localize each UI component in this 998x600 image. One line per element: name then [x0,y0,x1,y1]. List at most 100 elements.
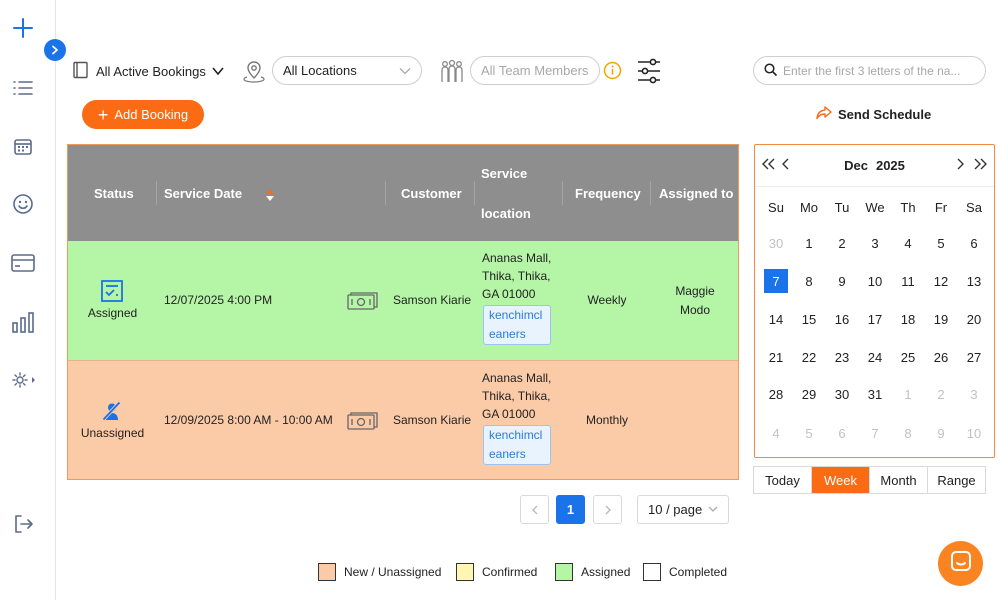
calendar-day[interactable]: 24 [863,345,887,369]
row-company-tag[interactable]: kenchimcleaners [483,425,551,465]
calendar-day[interactable]: 2 [929,382,953,406]
calendar-day[interactable]: 14 [764,307,788,331]
row-company-tag[interactable]: kenchimcleaners [483,305,551,345]
chevron-right-icon [605,505,611,514]
calendar-day[interactable]: 3 [863,231,887,255]
calendar-day[interactable]: 28 [764,382,788,406]
calendar-day[interactable]: 8 [896,421,920,445]
calendar-day[interactable]: 17 [863,307,887,331]
bookings-filter-dropdown[interactable]: All Active Bookings [72,61,224,82]
calendar-day[interactable]: 19 [929,307,953,331]
page-number-button[interactable]: 1 [556,495,585,524]
tab-range[interactable]: Range [928,467,985,493]
logout-icon[interactable] [10,511,36,537]
sidebar [0,0,56,600]
calendar-day[interactable]: 8 [797,269,821,293]
tab-month[interactable]: Month [870,467,928,493]
card-icon[interactable] [10,250,36,276]
prev-month-icon[interactable] [782,157,790,173]
calendar-day[interactable]: 4 [764,421,788,445]
weekday-label: We [865,199,885,215]
team-members-input[interactable]: All Team Members [470,56,600,85]
calendar-day[interactable]: 9 [830,269,854,293]
legend-item: Assigned [555,563,630,581]
calendar-day[interactable]: 9 [929,421,953,445]
legend-swatch [555,563,573,581]
add-booking-label: Add Booking [114,107,189,122]
calendar-day[interactable]: 3 [962,382,986,406]
next-page-button[interactable] [593,495,622,524]
calendar-day[interactable]: 12 [929,269,953,293]
calendar-day[interactable]: 1 [896,382,920,406]
sort-icon[interactable] [265,188,275,205]
calendar-day[interactable]: 16 [830,307,854,331]
calendar-day[interactable]: 5 [929,231,953,255]
calendar-day[interactable]: 20 [962,307,986,331]
tab-today[interactable]: Today [754,467,812,493]
calendar-day[interactable]: 1 [797,231,821,255]
location-select[interactable]: All Locations [272,56,422,85]
team-members-placeholder: All Team Members [481,63,589,78]
calendar-day[interactable]: 30 [830,382,854,406]
smiley-icon[interactable] [10,191,36,217]
calendar-day[interactable]: 22 [797,345,821,369]
row-location-line1: Ananas Mall, [482,371,552,385]
row-customer[interactable]: Samson Kiarie [393,413,471,427]
calendar-day[interactable]: 13 [962,269,986,293]
table-row[interactable]: Assigned 12/07/2025 4:00 PM Samson Kiari… [68,241,738,360]
calendar-day[interactable]: 31 [863,382,887,406]
header-status: Status [94,185,134,201]
calendar-day[interactable]: 6 [830,421,854,445]
calendar-day[interactable]: 5 [797,421,821,445]
share-arrow-icon [816,106,832,123]
row-customer[interactable]: Samson Kiarie [393,293,471,307]
calendar-day[interactable]: 10 [863,269,887,293]
search-input[interactable]: Enter the first 3 letters of the na... [753,56,986,85]
calendar-day[interactable]: 15 [797,307,821,331]
calendar-day[interactable]: 7 [863,421,887,445]
next-month-icon[interactable] [956,157,964,173]
page-size-select[interactable]: 10 / page [637,495,729,524]
row-assigned-last: Modo [679,303,711,317]
row-service-date: 12/09/2025 8:00 AM - 10:00 AM [164,413,333,427]
info-icon[interactable] [603,61,622,85]
sidebar-expand-button[interactable] [44,39,66,61]
calendar-day[interactable]: 2 [830,231,854,255]
calendar-day[interactable]: 4 [896,231,920,255]
header-service-date[interactable]: Service Date [164,145,242,241]
plus-icon[interactable] [10,15,36,41]
tab-week[interactable]: Week [812,467,870,493]
calendar-day[interactable]: 30 [764,231,788,255]
calendar-icon[interactable] [10,133,36,159]
bar-chart-icon[interactable] [10,309,36,335]
list-icon[interactable] [10,75,36,101]
chat-support-button[interactable] [938,541,983,586]
calendar-day[interactable]: 29 [797,382,821,406]
add-booking-button[interactable]: + Add Booking [82,100,204,129]
calendar-day[interactable]: 27 [962,345,986,369]
calendar-day[interactable]: 10 [962,421,986,445]
table-row[interactable]: Unassigned 12/09/2025 8:00 AM - 10:00 AM… [68,360,738,479]
prev-page-button[interactable] [520,495,549,524]
team-members-icon [439,58,465,89]
calendar-day[interactable]: 18 [896,307,920,331]
calendar-day[interactable]: 6 [962,231,986,255]
calendar-day[interactable]: 11 [896,269,920,293]
settings-icon[interactable] [10,367,40,393]
calendar-month[interactable]: Dec [844,158,868,173]
send-schedule-button[interactable]: Send Schedule [816,106,931,123]
calendar-day[interactable]: 25 [896,345,920,369]
filter-sliders-icon[interactable] [636,57,662,90]
calendar-day[interactable]: 26 [929,345,953,369]
calendar-day[interactable]: 7 [764,269,788,293]
weekday-label: Su [768,199,784,215]
next-year-icon[interactable] [973,157,987,173]
calendar-day[interactable]: 23 [830,345,854,369]
legend-item: Completed [643,563,727,581]
row-location-line3: GA 01000 [482,407,536,421]
weekday-label: Fr [934,199,948,215]
calendar-day[interactable]: 21 [764,345,788,369]
prev-year-icon[interactable] [762,157,776,173]
calendar-year[interactable]: 2025 [876,158,905,173]
row-location-line1: Ananas Mall, [482,251,552,265]
